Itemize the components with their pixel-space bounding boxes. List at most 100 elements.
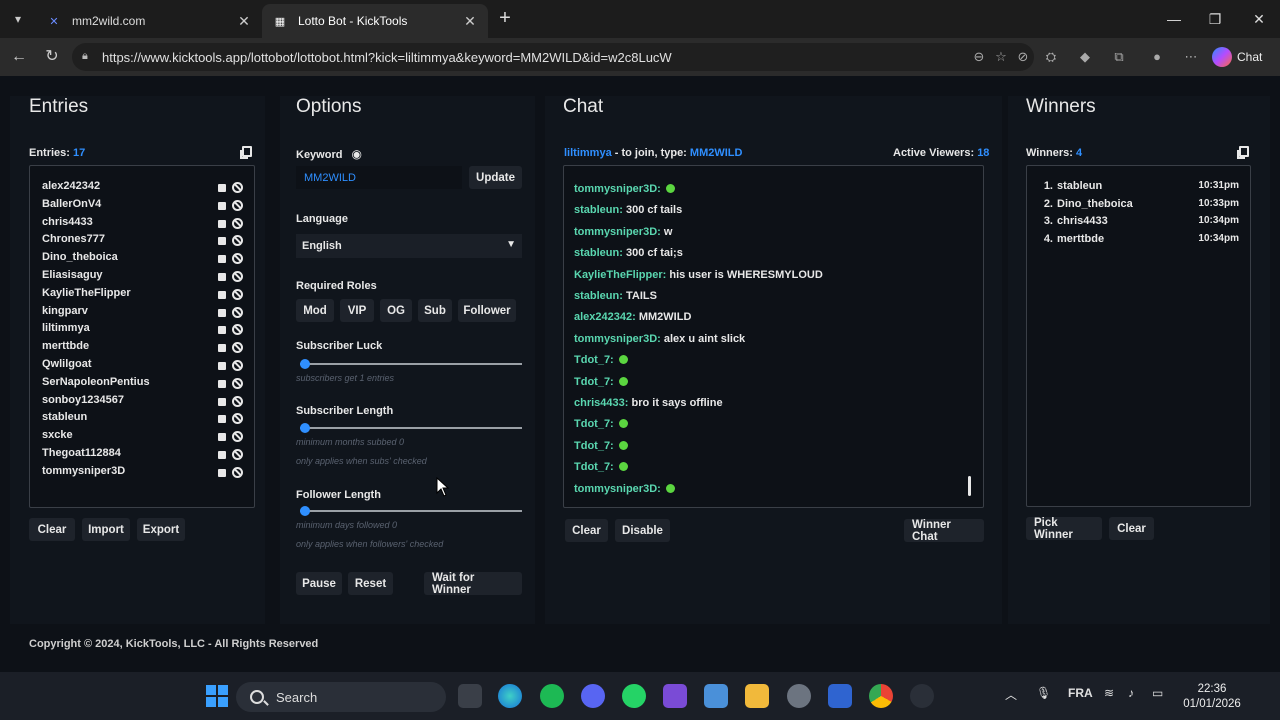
tab-mm2wild[interactable]: ✕ mm2wild.com ✕: [36, 4, 262, 38]
sub-luck-knob[interactable]: [300, 359, 310, 369]
role-vip-toggle[interactable]: VIP: [340, 299, 374, 322]
follower-length-knob[interactable]: [300, 506, 310, 516]
sub-luck-slider[interactable]: [300, 359, 522, 369]
back-arrow-icon[interactable]: ←: [8, 46, 30, 68]
entry-ban-icon[interactable]: [232, 431, 243, 443]
chat-username[interactable]: tommysniper3D:: [574, 183, 661, 195]
entries-export-button[interactable]: Export: [137, 518, 185, 541]
copilot-chat-button[interactable]: Chat: [1212, 44, 1272, 70]
eye-icon[interactable]: ◉: [352, 147, 362, 161]
chat-username[interactable]: tommysniper3D:: [574, 333, 661, 345]
copy-winners-icon[interactable]: [1237, 146, 1249, 159]
chat-username[interactable]: Tdot_7:: [574, 354, 614, 366]
volume-icon[interactable]: ♪: [1128, 686, 1134, 700]
keyword-update-button[interactable]: Update: [469, 166, 522, 189]
tab-close-icon[interactable]: ✕: [236, 13, 252, 30]
chat-username[interactable]: chris4433:: [574, 397, 628, 409]
extension-purple-icon[interactable]: ◆: [1074, 46, 1096, 68]
extension-translate-icon[interactable]: ⛭: [1040, 46, 1062, 68]
chat-username[interactable]: Tdot_7:: [574, 461, 614, 473]
chat-username[interactable]: Tdot_7:: [574, 376, 614, 388]
media-app-icon[interactable]: [663, 684, 687, 708]
more-menu-icon[interactable]: ⋯: [1180, 46, 1202, 68]
chrome-icon[interactable]: [869, 684, 893, 708]
entry-ban-icon[interactable]: [232, 288, 243, 300]
entry-checkbox-icon[interactable]: [218, 468, 226, 477]
role-follower-toggle[interactable]: Follower: [458, 299, 516, 322]
chat-username[interactable]: alex242342:: [574, 311, 636, 323]
taskbar-search[interactable]: Search: [236, 682, 446, 712]
chat-username[interactable]: Tdot_7:: [574, 418, 614, 430]
discord-icon[interactable]: [581, 684, 605, 708]
entry-ban-icon[interactable]: [232, 235, 243, 247]
favorite-star-icon[interactable]: ☆: [990, 49, 1012, 65]
settings-gear-icon[interactable]: [787, 684, 811, 708]
minimize-icon[interactable]: —: [1163, 8, 1185, 30]
spotify-icon[interactable]: [540, 684, 564, 708]
entry-checkbox-icon[interactable]: [218, 308, 226, 317]
entry-ban-icon[interactable]: [232, 342, 243, 354]
entry-checkbox-icon[interactable]: [218, 184, 226, 192]
tab-close-icon[interactable]: ✕: [462, 13, 478, 30]
chat-username[interactable]: stableun:: [574, 204, 623, 216]
entry-checkbox-icon[interactable]: [218, 201, 226, 210]
chat-username[interactable]: stableun:: [574, 290, 623, 302]
entry-ban-icon[interactable]: [232, 306, 243, 318]
entry-ban-icon[interactable]: [232, 182, 243, 193]
chat-username[interactable]: tommysniper3D:: [574, 226, 661, 238]
chat-disable-button[interactable]: Disable: [615, 519, 670, 542]
entry-ban-icon[interactable]: [232, 449, 243, 460]
restore-icon[interactable]: ❐: [1204, 8, 1226, 30]
entry-checkbox-icon[interactable]: [218, 255, 226, 264]
edge-browser-icon[interactable]: [498, 684, 522, 708]
entry-ban-icon[interactable]: [232, 253, 243, 265]
whatsapp-icon[interactable]: [622, 684, 646, 708]
chat-username[interactable]: stableun:: [574, 247, 623, 259]
tracking-prevention-icon[interactable]: ⊘: [1012, 49, 1034, 65]
entry-ban-icon[interactable]: [232, 413, 243, 425]
entry-checkbox-icon[interactable]: [218, 219, 226, 228]
follower-length-slider[interactable]: [300, 506, 522, 516]
entry-checkbox-icon[interactable]: [218, 415, 226, 424]
url-bar[interactable]: 🔒︎ https://www.kicktools.app/lottobot/lo…: [72, 43, 1034, 71]
task-view-icon[interactable]: [458, 684, 482, 708]
entry-ban-icon[interactable]: [232, 199, 243, 211]
entry-checkbox-icon[interactable]: [218, 451, 226, 459]
entry-ban-icon[interactable]: [232, 360, 243, 371]
entry-ban-icon[interactable]: [232, 466, 243, 478]
taskbar-clock[interactable]: 22:36 01/01/2026: [1180, 682, 1244, 712]
chat-log[interactable]: tommysniper3D: stableun: 300 cf tails tom…: [563, 165, 984, 508]
keyword-input[interactable]: MM2WILD: [296, 166, 462, 189]
winner-chat-button[interactable]: Winner Chat: [904, 519, 984, 543]
copy-entries-icon[interactable]: [240, 146, 252, 159]
id-app-icon[interactable]: [704, 684, 728, 708]
role-mod-toggle[interactable]: Mod: [296, 299, 334, 322]
entry-ban-icon[interactable]: [232, 217, 243, 229]
entry-checkbox-icon[interactable]: [218, 344, 226, 353]
entry-checkbox-icon[interactable]: [218, 273, 226, 281]
entry-ban-icon[interactable]: [232, 271, 243, 282]
entry-checkbox-icon[interactable]: [218, 290, 226, 299]
language-select[interactable]: English ▼: [296, 234, 522, 258]
zoom-icon[interactable]: ⊖: [968, 49, 990, 65]
new-tab-plus-icon[interactable]: +: [494, 8, 516, 30]
microphone-icon[interactable]: 🎙︎: [1036, 686, 1051, 700]
sub-length-knob[interactable]: [300, 423, 310, 433]
entry-checkbox-icon[interactable]: [218, 379, 226, 388]
app-tray-icon[interactable]: [910, 684, 934, 708]
tray-chevron-icon[interactable]: ︿: [1005, 686, 1017, 703]
entries-clear-button[interactable]: Clear: [29, 518, 75, 541]
tab-list-chevron-icon[interactable]: ▾: [6, 7, 30, 31]
entry-checkbox-icon[interactable]: [218, 237, 226, 246]
tab-lotto-bot[interactable]: ▦ Lotto Bot - KickTools ✕: [262, 4, 488, 38]
file-explorer-icon[interactable]: [745, 684, 769, 708]
vscode-icon[interactable]: [828, 684, 852, 708]
refresh-icon[interactable]: ↻: [41, 46, 63, 68]
reset-button[interactable]: Reset: [348, 572, 393, 595]
entry-checkbox-icon[interactable]: [218, 433, 226, 442]
role-sub-toggle[interactable]: Sub: [418, 299, 452, 322]
window-close-icon[interactable]: ✕: [1248, 8, 1270, 30]
chat-username[interactable]: Tdot_7:: [574, 440, 614, 452]
profile-avatar-icon[interactable]: ●: [1146, 46, 1168, 68]
language-indicator[interactable]: FRA: [1068, 686, 1093, 700]
